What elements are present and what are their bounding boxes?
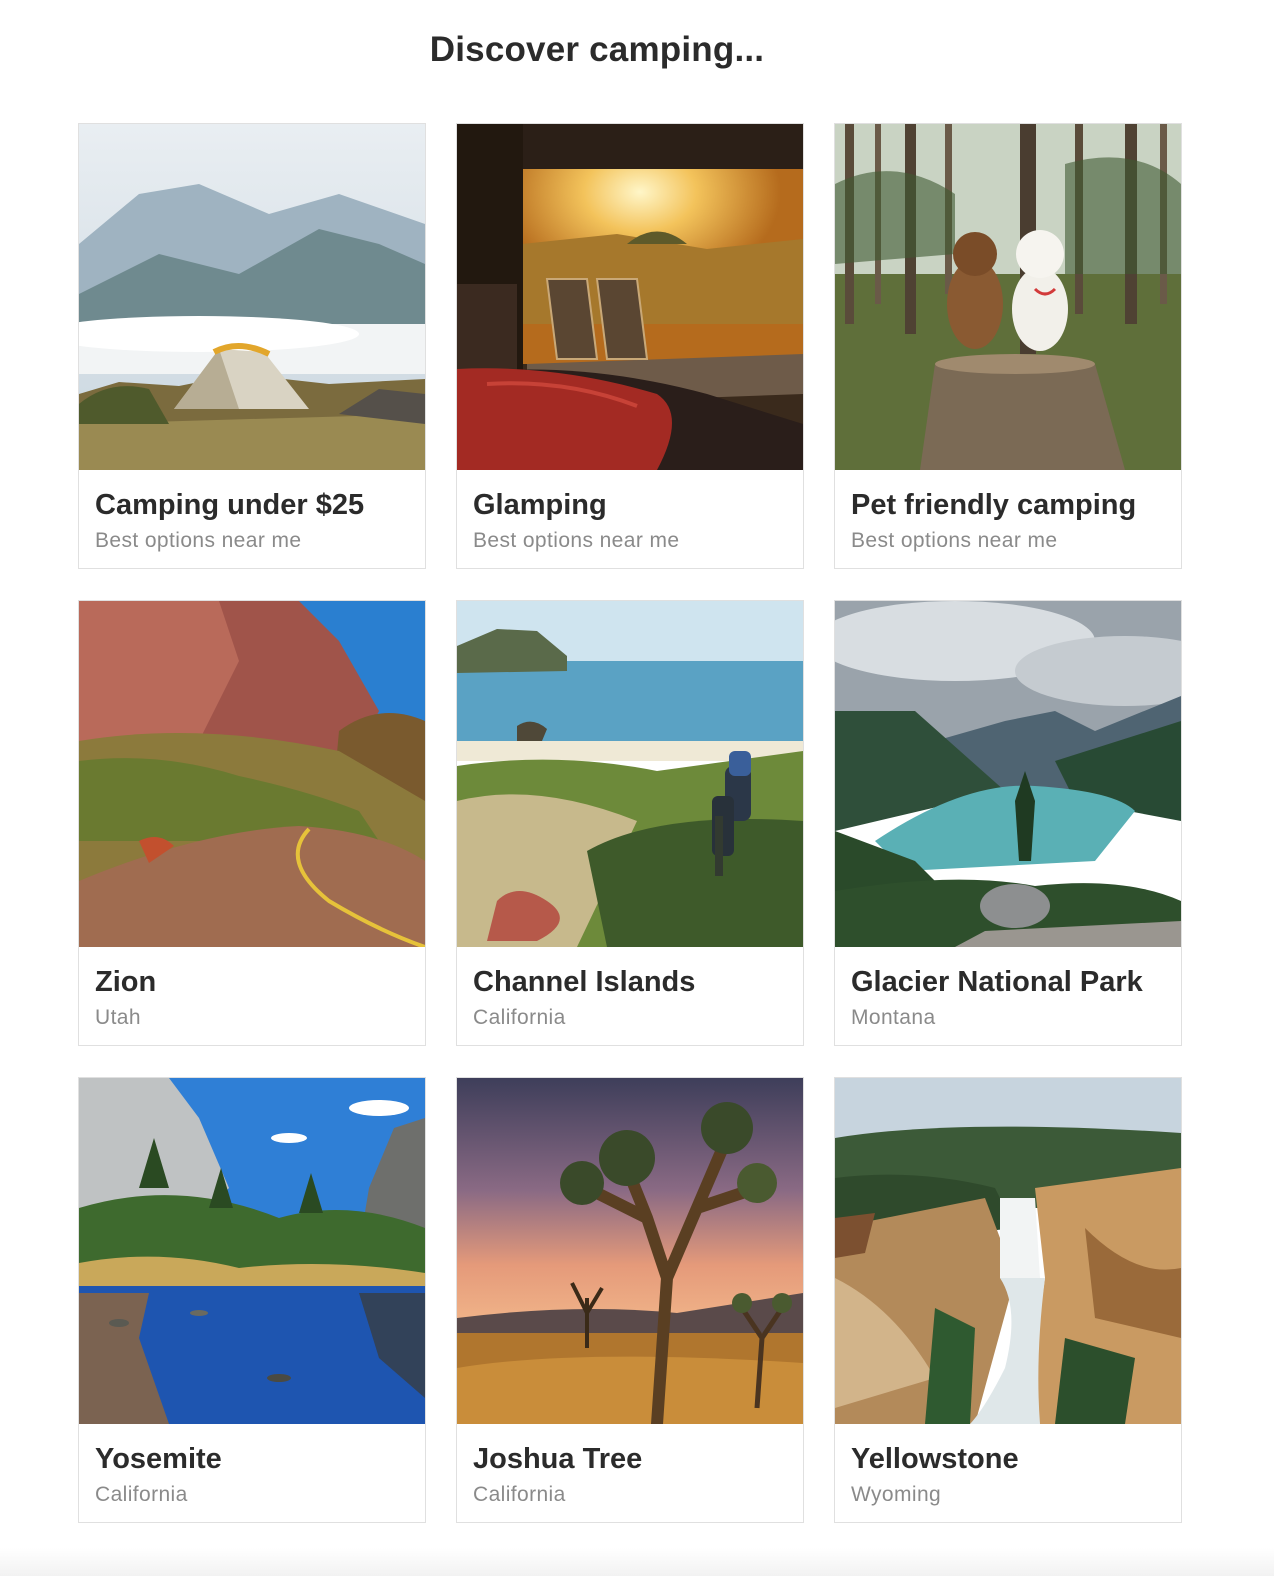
card-channel-islands[interactable]: Channel Islands California	[456, 600, 804, 1046]
card-camping-under-25[interactable]: Camping under $25 Best options near me	[78, 123, 426, 569]
card-yellowstone[interactable]: Yellowstone Wyoming	[834, 1077, 1182, 1523]
card-body: Zion Utah	[79, 947, 425, 1031]
card-title: Channel Islands	[473, 966, 696, 998]
joshua-tree-sunset-image	[457, 1078, 803, 1424]
card-body: Joshua Tree California	[457, 1424, 803, 1508]
card-image[interactable]	[457, 1078, 803, 1424]
card-body: Glamping Best options near me	[457, 470, 803, 554]
bottom-fade	[0, 1548, 1274, 1576]
card-body: Channel Islands California	[457, 947, 803, 1031]
card-subtitle: California	[95, 1483, 188, 1506]
page: Discover camping... Camping under $25 Be…	[0, 0, 1274, 1576]
card-title: Glacier National Park	[851, 966, 1143, 998]
yosemite-river-image	[79, 1078, 425, 1424]
card-title: Glamping	[473, 489, 607, 521]
tent-mountains-image	[79, 124, 425, 470]
card-subtitle: Wyoming	[851, 1483, 942, 1506]
card-yosemite[interactable]: Yosemite California	[78, 1077, 426, 1523]
card-title: Yosemite	[95, 1443, 222, 1475]
card-subtitle: Best options near me	[95, 529, 302, 552]
card-zion[interactable]: Zion Utah	[78, 600, 426, 1046]
destination-grid: Camping under $25 Best options near me G…	[78, 123, 1182, 1523]
card-subtitle: California	[473, 1483, 566, 1506]
card-joshua-tree[interactable]: Joshua Tree California	[456, 1077, 804, 1523]
zion-canyon-road-image	[79, 601, 425, 947]
yellowstone-falls-image	[835, 1078, 1181, 1424]
card-pet-friendly-camping[interactable]: Pet friendly camping Best options near m…	[834, 123, 1182, 569]
card-subtitle: Best options near me	[473, 529, 680, 552]
card-body: Yosemite California	[79, 1424, 425, 1508]
dogs-on-stump-image	[835, 124, 1181, 470]
coast-hikers-image	[457, 601, 803, 947]
card-glamping[interactable]: Glamping Best options near me	[456, 123, 804, 569]
card-image[interactable]	[835, 1078, 1181, 1424]
card-body: Pet friendly camping Best options near m…	[835, 470, 1181, 554]
card-title: Zion	[95, 966, 157, 998]
page-title: Discover camping...	[429, 30, 765, 69]
card-image[interactable]	[457, 124, 803, 470]
card-image[interactable]	[79, 601, 425, 947]
card-subtitle: Best options near me	[851, 529, 1058, 552]
card-title: Camping under $25	[95, 489, 365, 521]
card-image[interactable]	[457, 601, 803, 947]
card-title: Joshua Tree	[473, 1443, 643, 1475]
card-image[interactable]	[835, 601, 1181, 947]
card-body: Glacier National Park Montana	[835, 947, 1181, 1031]
card-glacier-national-park[interactable]: Glacier National Park Montana	[834, 600, 1182, 1046]
card-title: Pet friendly camping	[851, 489, 1137, 521]
card-title: Yellowstone	[851, 1443, 1019, 1475]
card-image[interactable]	[835, 124, 1181, 470]
card-image[interactable]	[79, 1078, 425, 1424]
card-subtitle: Montana	[851, 1006, 936, 1029]
card-body: Camping under $25 Best options near me	[79, 470, 425, 554]
glacier-lake-image	[835, 601, 1181, 947]
glamping-deck-sunset-image	[457, 124, 803, 470]
card-image[interactable]	[79, 124, 425, 470]
card-body: Yellowstone Wyoming	[835, 1424, 1181, 1508]
card-subtitle: California	[473, 1006, 566, 1029]
card-subtitle: Utah	[95, 1006, 141, 1029]
